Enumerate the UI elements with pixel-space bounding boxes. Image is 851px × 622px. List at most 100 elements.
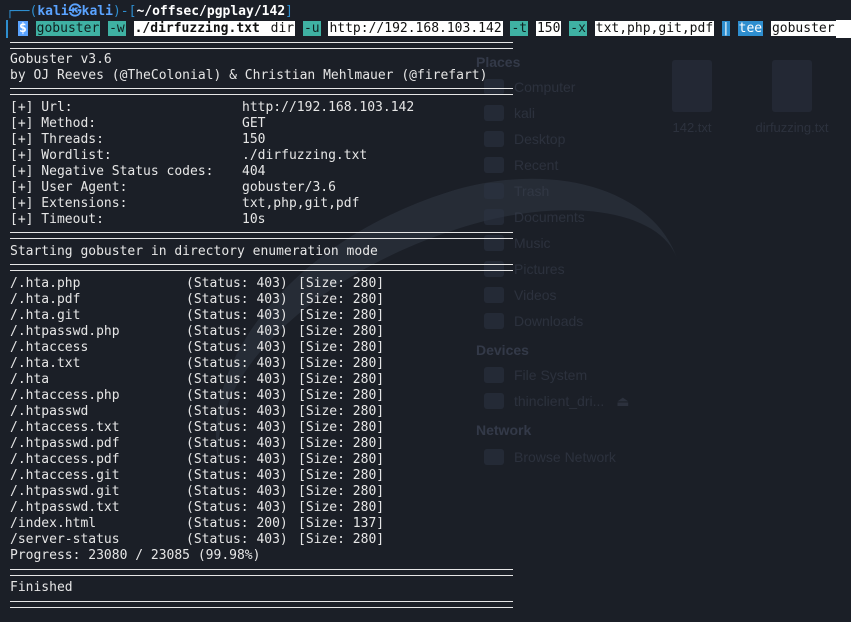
config-key: [+] Threads: — [10, 132, 104, 147]
cmd-tee: tee — [737, 21, 764, 36]
result-size: [Size: 280] — [298, 372, 385, 387]
separator — [10, 601, 513, 608]
result-path: /.hta.txt — [10, 356, 81, 371]
result-path: /.htaccess.git — [10, 468, 120, 483]
config-key: [+] Extensions: — [10, 196, 128, 211]
prompt-path: ~/offsec/pgplay/142 — [136, 4, 286, 19]
cmd-url: http://192.168.103.142 — [328, 21, 503, 36]
prompt-at: ㉿ — [68, 4, 82, 19]
result-path: /.htaccess — [10, 340, 89, 355]
result-path: /.htpasswd — [10, 404, 89, 419]
result-size: [Size: 280] — [298, 420, 385, 435]
banner-authors: by OJ Reeves (@TheColonial) & Christian … — [10, 68, 488, 83]
config-value: gobuster/3.6 — [242, 180, 336, 195]
result-size: [Size: 280] — [298, 436, 385, 451]
result-status: (Status: 403) — [186, 276, 288, 291]
config-key: [+] Method: — [10, 116, 97, 131]
separator — [10, 264, 513, 271]
config-key: [+] Timeout: — [10, 212, 104, 227]
config-key: [+] User Agent: — [10, 180, 128, 195]
prompt-line: ┌──(kali㉿kali)-[~/offsec/pgplay/142] — [6, 4, 293, 19]
prompt-host: kali — [81, 4, 113, 19]
result-size: [Size: 280] — [298, 308, 385, 323]
result-size: [Size: 137] — [298, 516, 385, 531]
result-path: /.htaccess.pdf — [10, 452, 120, 467]
result-path: /.htpasswd.git — [10, 484, 120, 499]
prompt-corner — [6, 20, 18, 38]
cmd-flag-u: -u — [302, 21, 321, 36]
result-size: [Size: 280] — [298, 276, 385, 291]
start-message: Starting gobuster in directory enumerati… — [10, 244, 378, 259]
separator — [10, 88, 513, 95]
result-size: [Size: 280] — [298, 468, 385, 483]
result-size: [Size: 280] — [298, 356, 385, 371]
result-path: /.hta.pdf — [10, 292, 81, 307]
result-path: /.htpasswd.pdf — [10, 436, 120, 451]
cmd-outfile: gobuster — [770, 21, 836, 36]
result-status: (Status: 403) — [186, 452, 288, 467]
result-path: /index.html — [10, 516, 97, 531]
config-key: [+] Negative Status codes: — [10, 164, 214, 179]
command-line[interactable]: $ gobuster -w ./dirfuzzing.txt dir -u ht… — [0, 20, 851, 38]
result-path: /.hta.git — [10, 308, 81, 323]
result-status: (Status: 403) — [186, 340, 288, 355]
result-size: [Size: 280] — [298, 324, 385, 339]
result-path: /.hta.php — [10, 276, 81, 291]
result-status: (Status: 403) — [186, 308, 288, 323]
result-status: (Status: 403) — [186, 356, 288, 371]
config-key: [+] Url: — [10, 100, 73, 115]
result-size: [Size: 280] — [298, 500, 385, 515]
cmd-pipe: | — [721, 21, 730, 36]
finished-line: Finished — [10, 580, 73, 595]
prompt-user: kali — [37, 4, 69, 19]
cmd-flag-w: -w — [108, 21, 126, 36]
result-size: [Size: 280] — [298, 404, 385, 419]
separator — [10, 42, 513, 49]
result-size: [Size: 280] — [298, 340, 385, 355]
result-status: (Status: 403) — [186, 404, 288, 419]
cmd-flag-t: -t — [510, 21, 529, 36]
result-path: /.htpasswd.php — [10, 324, 120, 339]
config-value: 404 — [242, 164, 266, 179]
cmd-threads: 150 — [535, 21, 562, 36]
result-size: [Size: 280] — [298, 532, 385, 547]
config-key: [+] Wordlist: — [10, 148, 112, 163]
cmd-flag-x: -x — [569, 21, 587, 36]
banner-version: Gobuster v3.6 — [10, 52, 112, 67]
result-status: (Status: 403) — [186, 484, 288, 499]
result-path: /.htaccess.txt — [10, 420, 120, 435]
result-size: [Size: 280] — [298, 292, 385, 307]
result-size: [Size: 280] — [298, 452, 385, 467]
result-path: /.hta — [10, 372, 50, 387]
result-status: (Status: 403) — [186, 468, 288, 483]
terminal-output[interactable]: ┌──(kali㉿kali)-[~/offsec/pgplay/142] $ g… — [0, 0, 851, 622]
result-status: (Status: 403) — [186, 436, 288, 451]
result-status: (Status: 403) — [186, 500, 288, 515]
result-path: /server-status — [10, 532, 120, 547]
result-status: (Status: 403) — [186, 388, 288, 403]
result-status: (Status: 403) — [186, 324, 288, 339]
config-value: http://192.168.103.142 — [242, 100, 415, 115]
cmd-tool: gobuster — [35, 21, 101, 36]
progress-line: Progress: 23080 / 23085 (99.98%) — [10, 548, 261, 563]
result-path: /.htaccess.php — [10, 388, 120, 403]
config-value: ./dirfuzzing.txt — [242, 148, 368, 163]
result-status: (Status: 403) — [186, 292, 288, 307]
cmd-mode: dir — [269, 21, 296, 36]
result-status: (Status: 403) — [186, 532, 288, 547]
cmd-wordlist: ./dirfuzzing.txt — [133, 21, 261, 36]
config-value: 150 — [242, 132, 266, 147]
result-status: (Status: 403) — [186, 420, 288, 435]
result-size: [Size: 280] — [298, 484, 385, 499]
separator — [10, 569, 513, 576]
config-value: txt,php,git,pdf — [242, 196, 360, 211]
result-size: [Size: 280] — [298, 388, 385, 403]
prompt-dollar: $ — [18, 21, 28, 36]
result-status: (Status: 200) — [186, 516, 288, 531]
config-value: GET — [242, 116, 266, 131]
config-value: 10s — [242, 212, 266, 227]
cmd-exts: txt,php,git,pdf — [594, 21, 715, 36]
result-status: (Status: 403) — [186, 372, 288, 387]
separator — [10, 232, 513, 239]
result-path: /.htpasswd.txt — [10, 500, 120, 515]
